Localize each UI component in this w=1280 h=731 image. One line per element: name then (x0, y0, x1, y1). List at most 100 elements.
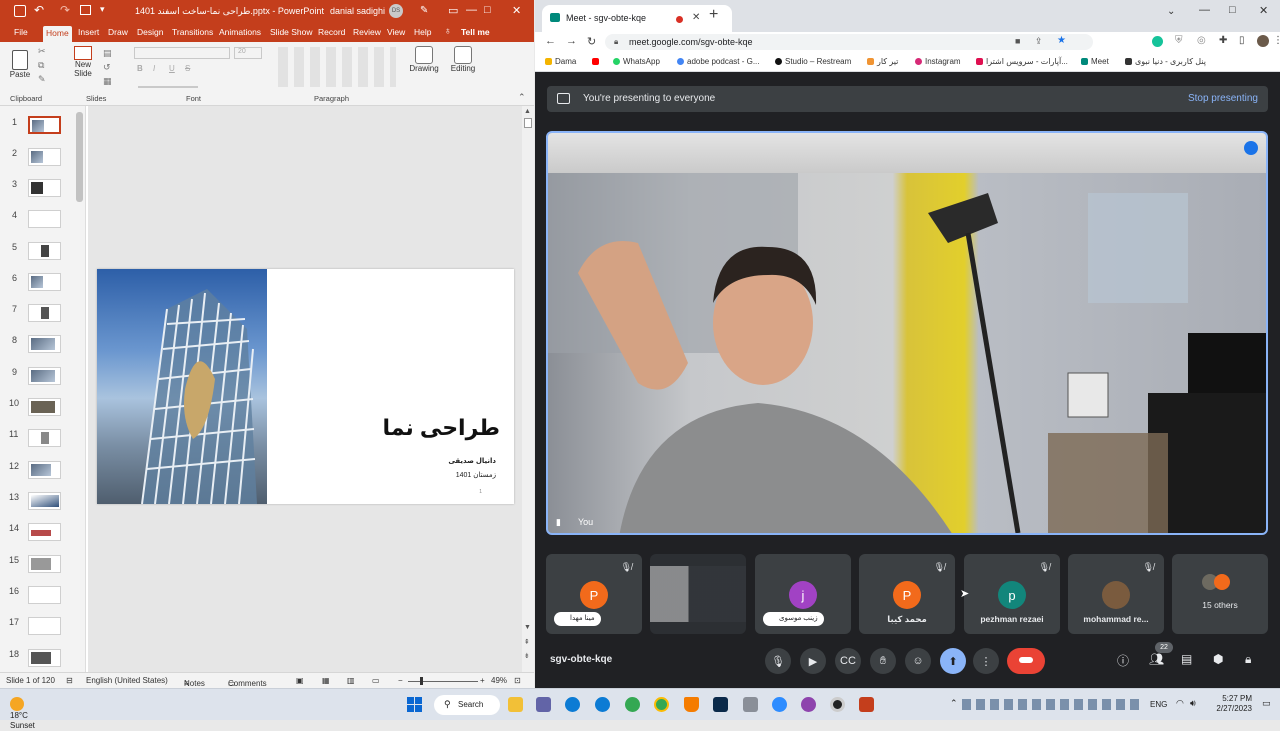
profile-avatar[interactable] (1257, 35, 1269, 47)
stop-presenting-button[interactable]: Stop presenting (1188, 93, 1258, 104)
slide-date[interactable]: زمستان 1401 (456, 471, 496, 479)
tab-view[interactable]: View (387, 27, 405, 37)
slide-thumbnail-8[interactable] (28, 335, 61, 353)
tab-draw[interactable]: Draw (108, 27, 128, 37)
camera-icon[interactable]: ■ (1015, 36, 1020, 46)
new-slide-button[interactable]: New Slide (70, 46, 96, 78)
bookmark-star-icon[interactable]: ★ (1057, 35, 1066, 46)
back-icon[interactable]: ← (545, 35, 556, 47)
close-tab-icon[interactable]: ✕ (692, 12, 700, 23)
font-name-box[interactable] (134, 47, 230, 59)
extension-shield-icon[interactable]: ⛨ (1175, 35, 1183, 46)
participant-tile[interactable]: 🎙︎̸ P محمد کیبا (859, 554, 955, 634)
slideshow-view-icon[interactable]: ▭ (372, 676, 380, 685)
save-icon[interactable] (14, 5, 26, 17)
zoom-slider-thumb[interactable] (420, 677, 423, 685)
tab-meet[interactable]: Meet - sgv-obte-kqe ✕ (542, 5, 732, 32)
next-slide-icon[interactable]: ⇟ (524, 652, 530, 660)
tab-slide-show[interactable]: Slide Show (270, 27, 313, 37)
bookmark-whatsapp[interactable]: WhatsApp (613, 57, 660, 66)
system-clock[interactable]: 5:27 PM 2/27/2023 (1206, 694, 1252, 714)
participant-tile[interactable]: 🎙︎̸ mohammad re... (1068, 554, 1164, 634)
close-icon[interactable]: ✕ (512, 4, 521, 17)
drawing-button[interactable]: Drawing (408, 46, 440, 73)
bookmark-instagram[interactable]: Instagram (915, 57, 961, 66)
slide-thumbnail-2[interactable] (28, 148, 61, 166)
extension-g-icon[interactable]: ◎ (1197, 35, 1206, 46)
new-tab-icon[interactable]: + (709, 6, 718, 24)
show-hidden-icons[interactable]: ⌃ (950, 698, 958, 709)
slide-thumbnail-17[interactable] (28, 617, 61, 635)
slide-title[interactable]: طراحی نما (383, 415, 500, 441)
avatar[interactable]: DS (389, 4, 403, 18)
slide-thumbnail-15[interactable] (28, 555, 61, 573)
raise-hand-button[interactable]: ✋︎ (870, 648, 896, 674)
address-bar[interactable]: 🔒︎ meet.google.com/sgv-obte-kqe ■ ⇪ ★ (605, 34, 1093, 50)
others-tile[interactable]: 15 others (1172, 554, 1268, 634)
slide-thumbnail-10[interactable] (28, 398, 61, 416)
bold-button[interactable]: B (137, 64, 143, 73)
slide-thumbnail-4[interactable] (28, 210, 61, 228)
teams-icon[interactable] (536, 697, 551, 712)
slide-thumbnail-9[interactable] (28, 367, 61, 385)
obs-icon[interactable] (801, 697, 816, 712)
slide-thumbnail-18[interactable] (28, 649, 61, 667)
underline-button[interactable]: U (169, 64, 175, 73)
slide-thumbnail-12[interactable] (28, 461, 61, 479)
bookmark-restream[interactable]: Studio – Restream (775, 57, 851, 66)
tell-me-search[interactable]: Tell me (461, 27, 490, 37)
side-panel-icon[interactable]: ▯ (1239, 35, 1245, 46)
close-window-icon[interactable]: ✕ (1259, 4, 1268, 17)
fit-slide-icon[interactable]: ⊡ (514, 676, 521, 685)
paste-button[interactable]: Paste (8, 50, 32, 79)
undo-icon[interactable]: ↶ (34, 3, 44, 17)
current-slide[interactable]: طراحی نما دانیال صدیقی زمستان 1401 1 (97, 269, 514, 504)
chrome-icon[interactable] (625, 697, 640, 712)
participant-tile[interactable]: 🎙︎̸ P مینا مهدا (546, 554, 642, 634)
cut-icon[interactable]: ✂ (38, 46, 46, 57)
tab-design[interactable]: Design (137, 27, 163, 37)
start-button[interactable] (407, 697, 423, 713)
editing-button[interactable]: Editing (448, 46, 478, 73)
captions-button[interactable]: CC (835, 648, 861, 674)
slide-thumbnail-13[interactable] (28, 492, 61, 510)
copy-icon[interactable]: ⧉ (38, 60, 44, 71)
pin-icon[interactable]: ▮ (556, 517, 561, 528)
tab-review[interactable]: Review (353, 27, 381, 37)
edge-icon[interactable] (565, 697, 580, 712)
extensions-icon[interactable]: ✚ (1219, 35, 1227, 46)
paragraph-controls[interactable] (278, 47, 396, 87)
file-explorer-icon[interactable] (508, 697, 523, 712)
slide-author[interactable]: دانیال صدیقی (448, 457, 496, 465)
bookmark-user-panel[interactable]: پنل کاربری - دنیا نبوی (1125, 57, 1206, 66)
leave-call-button[interactable] (1007, 648, 1045, 674)
participant-tile[interactable]: j زینب موسوی (755, 554, 851, 634)
tab-transitions[interactable]: Transitions (172, 27, 213, 37)
slide-sorter-icon[interactable]: ▦ (322, 676, 330, 685)
slide-thumbnail-14[interactable] (28, 523, 61, 541)
slide-thumbnail-16[interactable] (28, 586, 61, 604)
maximize-icon[interactable]: □ (1229, 4, 1236, 16)
pen-icon[interactable]: ✎ (420, 5, 428, 16)
thumbnail-scrollbar[interactable] (76, 112, 83, 202)
menu-icon[interactable]: ⋮ (1273, 35, 1280, 46)
reading-view-icon[interactable]: ▥ (347, 676, 355, 685)
present-now-button[interactable]: ⬆ (940, 648, 966, 674)
reset-icon[interactable]: ↺ (103, 62, 111, 73)
zoom-slider[interactable] (408, 681, 478, 682)
account-name[interactable]: danial sadighi (330, 6, 385, 16)
chat-icon[interactable]: ▤ (1181, 652, 1192, 666)
bookmark-adobe-podcast[interactable]: adobe podcast - G... (677, 57, 760, 66)
layout-icon[interactable]: ▤ (103, 48, 112, 59)
chrome-active-icon[interactable] (654, 697, 669, 712)
collapse-ribbon-icon[interactable]: ⌃ (518, 92, 526, 103)
photoshop-icon[interactable] (713, 697, 728, 712)
weather-widget[interactable]: 18°C Sunset (10, 695, 35, 731)
scroll-up-icon[interactable]: ▲ (524, 108, 531, 115)
scroll-thumb[interactable] (524, 118, 532, 128)
present-icon[interactable] (80, 5, 91, 15)
format-painter-icon[interactable]: ✎ (38, 74, 46, 85)
taskbar-search[interactable]: ⚲ Search (434, 695, 500, 715)
slide-thumbnail-3[interactable] (28, 179, 61, 197)
bookmark-aparat[interactable]: آپارات - سرویس اشترا... (976, 57, 1068, 66)
